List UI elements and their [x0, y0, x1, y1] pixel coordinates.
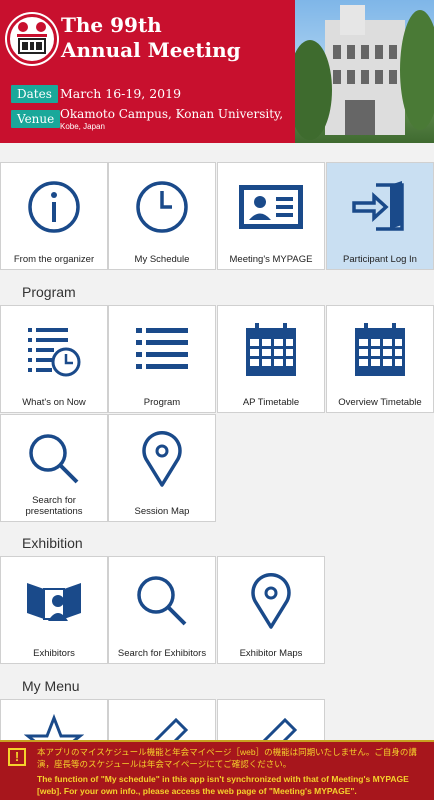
info-icon [28, 181, 80, 233]
mypage-button[interactable]: Meeting's MYPAGE [217, 162, 325, 270]
venue-text: Okamoto Campus, Konan University, [60, 107, 284, 121]
sync-notice-banner: ! 本アプリのマイスケジュール機能と年会マイページ［web］の機能は同期いたしま… [0, 740, 434, 800]
tile-label: Overview Timetable [338, 397, 422, 408]
exhibitors-button[interactable]: Exhibitors [0, 556, 108, 664]
tile-label: AP Timetable [242, 397, 300, 408]
id-card-icon [239, 185, 303, 229]
header-banner: The 99th Annual Meeting Dates March 16-1… [0, 0, 434, 143]
tile-label: Exhibitor Maps [239, 648, 303, 659]
from-organizer-button[interactable]: From the organizer [0, 162, 108, 270]
whats-on-now-button[interactable]: What's on Now [0, 305, 108, 413]
campus-photo [288, 0, 434, 143]
warning-icon: ! [8, 748, 26, 766]
meeting-title: The 99th Annual Meeting [61, 13, 241, 62]
society-logo [7, 14, 57, 64]
section-my-menu-heading: My Menu [22, 678, 80, 694]
venue-sub-text: Kobe, Japan [60, 122, 105, 131]
tile-label: Session Map [134, 506, 190, 517]
tile-label: Exhibitors [33, 648, 75, 659]
section-program-heading: Program [22, 284, 76, 300]
calendar-icon [355, 323, 405, 376]
section-exhibition-heading: Exhibition [22, 535, 83, 551]
dates-tag: Dates [11, 85, 58, 103]
program-button[interactable]: Program [108, 305, 216, 413]
search-icon [29, 434, 79, 484]
search-exhibitors-button[interactable]: Search for Exhibitors [108, 556, 216, 664]
calendar-icon [246, 323, 296, 376]
overview-timetable-button[interactable]: Overview Timetable [326, 305, 434, 413]
dates-text: March 16-19, 2019 [60, 86, 182, 101]
search-icon [137, 576, 187, 626]
ap-timetable-button[interactable]: AP Timetable [217, 305, 325, 413]
exhibitor-icon [27, 583, 81, 621]
list-icon [136, 328, 188, 369]
login-icon [352, 181, 404, 231]
tile-label: Meeting's MYPAGE [229, 254, 313, 265]
clock-icon [136, 181, 188, 233]
search-presentations-button[interactable]: Search for presentations [0, 414, 108, 522]
my-schedule-button[interactable]: My Schedule [108, 162, 216, 270]
venue-tag: Venue [11, 110, 61, 128]
notice-japanese-text: 本アプリのマイスケジュール機能と年会マイページ［web］の機能は同期いたしません… [37, 747, 417, 769]
notice-english-text: The function of "My schedule" in this ap… [37, 774, 409, 796]
tile-label: Participant Log In [343, 254, 417, 265]
list-clock-icon [28, 328, 81, 377]
tile-label: From the organizer [13, 254, 95, 265]
participant-login-button[interactable]: Participant Log In [326, 162, 434, 270]
tile-label: My Schedule [134, 254, 190, 265]
tile-label: Program [143, 397, 181, 408]
tile-label: Search for Exhibitors [117, 648, 207, 659]
tile-label: What's on Now [22, 397, 86, 408]
map-pin-icon [251, 573, 291, 629]
tile-label: Search for presentations [25, 495, 83, 517]
map-pin-icon [142, 431, 182, 487]
exhibitor-maps-button[interactable]: Exhibitor Maps [217, 556, 325, 664]
session-map-button[interactable]: Session Map [108, 414, 216, 522]
